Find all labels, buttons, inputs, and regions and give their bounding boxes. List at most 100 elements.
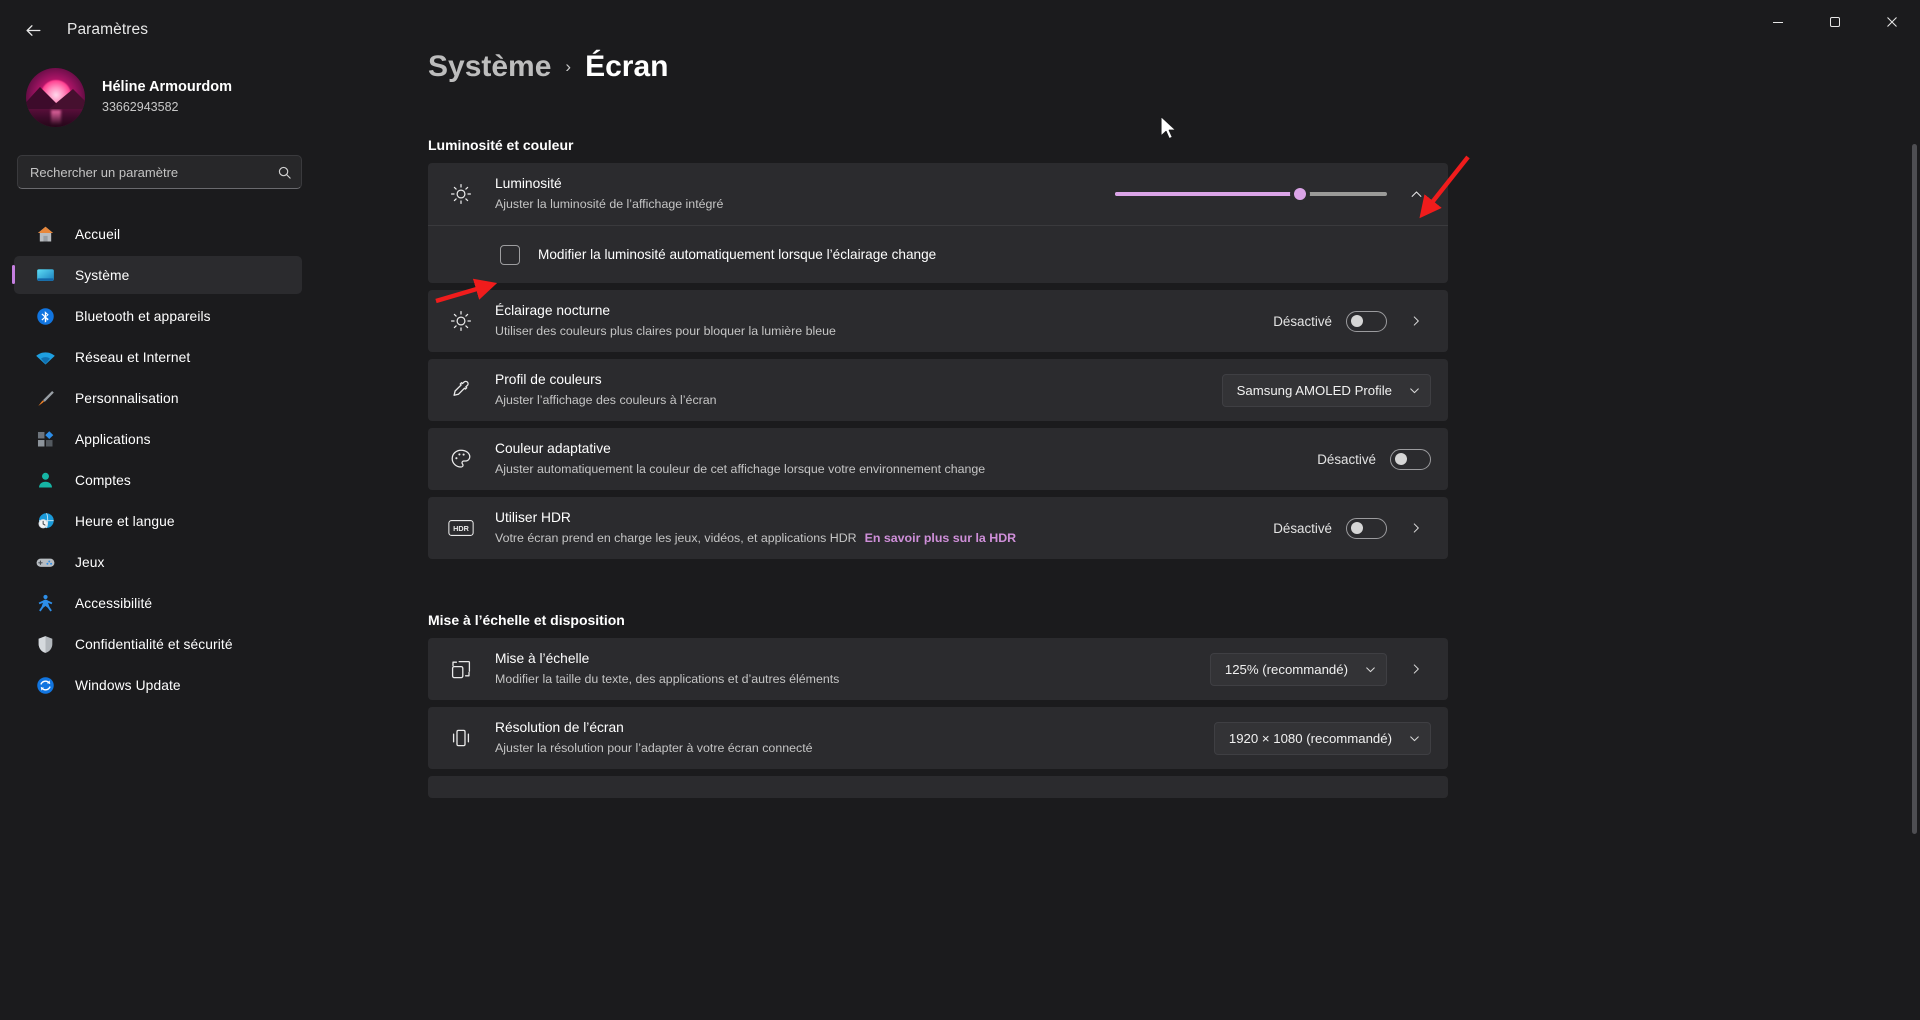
card-auto-brightness: Modifier la luminosité automatiquement l…	[428, 225, 1448, 283]
card-adaptive-color: Couleur adaptative Ajuster automatiqueme…	[428, 428, 1448, 490]
profile-card[interactable]: Héline Armourdom 33662943582	[18, 62, 358, 133]
row-scale[interactable]: Mise à l’échelle Modifier la taille du t…	[428, 638, 1448, 700]
row-controls: 1920 × 1080 (recommandé)	[1213, 721, 1431, 755]
row-controls: Désactivé	[1273, 513, 1431, 543]
palette-icon	[447, 445, 475, 473]
row-controls: Désactivé	[1317, 448, 1431, 470]
arrow-left-icon	[26, 24, 40, 36]
scale-value: 125% (recommandé)	[1224, 661, 1348, 677]
sidebar-item-bluetooth[interactable]: Bluetooth et appareils	[14, 297, 302, 335]
close-icon	[1886, 17, 1897, 27]
row-controls: Désactivé	[1273, 306, 1431, 336]
close-button[interactable]	[1863, 0, 1920, 44]
paintbrush-icon	[34, 387, 56, 409]
expand-brightness-button[interactable]	[1401, 179, 1431, 209]
hdr-subtitle-text: Votre écran prend en charge les jeux, vi…	[495, 530, 857, 545]
row-color-profile[interactable]: Profil de couleurs Ajuster l’affichage d…	[428, 359, 1448, 421]
bluetooth-icon	[34, 305, 56, 327]
main-scrollbar[interactable]	[1912, 144, 1917, 834]
hdr-details-button[interactable]	[1401, 513, 1431, 543]
hdr-learn-more-link[interactable]: En savoir plus sur la HDR	[865, 531, 1016, 545]
row-text: Utiliser HDR Votre écran prend en charge…	[495, 508, 1273, 548]
search-button[interactable]	[272, 160, 296, 184]
row-text: Couleur adaptative Ajuster automatiqueme…	[495, 439, 1317, 479]
row-subtitle: Ajuster la résolution pour l’adapter à v…	[495, 740, 813, 755]
card-brightness: Luminosité Ajuster la luminosité de l’af…	[428, 163, 1448, 225]
breadcrumb: Système › Écran	[428, 50, 1920, 84]
accessibility-icon	[34, 592, 56, 614]
chevron-right-icon	[1413, 523, 1419, 533]
row-text: Profil de couleurs Ajuster l’affichage d…	[495, 370, 1222, 410]
card-color-profile: Profil de couleurs Ajuster l’affichage d…	[428, 359, 1448, 421]
row-night-light[interactable]: Éclairage nocturne Utiliser des couleurs…	[428, 290, 1448, 352]
chevron-right-icon	[1413, 664, 1419, 674]
sidebar-item-personnalisation[interactable]: Personnalisation	[14, 379, 302, 417]
main-content: Système › Écran Luminosité et couleur Lu…	[408, 44, 1920, 1020]
sidebar-item-accueil[interactable]: Accueil	[14, 215, 302, 253]
auto-brightness-checkbox[interactable]	[500, 244, 520, 265]
scale-dropdown[interactable]: 125% (recommandé)	[1209, 652, 1387, 686]
card-use-hdr: HDR Utiliser HDR Votre écran prend en ch…	[428, 497, 1448, 559]
scale-details-button[interactable]	[1401, 654, 1431, 684]
search-input[interactable]	[17, 155, 302, 189]
brightness-icon	[447, 180, 475, 208]
color-profile-value: Samsung AMOLED Profile	[1236, 382, 1392, 398]
sidebar-item-confidentialite[interactable]: Confidentialité et sécurité	[14, 625, 302, 663]
adaptive-color-toggle[interactable]	[1390, 448, 1431, 470]
night-light-toggle[interactable]	[1346, 310, 1387, 332]
row-resolution[interactable]: Résolution de l’écran Ajuster la résolut…	[428, 707, 1448, 769]
section-title-scale-layout: Mise à l’échelle et disposition	[428, 612, 625, 628]
sidebar-item-jeux[interactable]: Jeux	[14, 543, 302, 581]
avatar-mountain-right	[49, 89, 85, 110]
row-adaptive-color[interactable]: Couleur adaptative Ajuster automatiqueme…	[428, 428, 1448, 490]
sidebar-item-label: Applications	[75, 431, 151, 447]
search-icon	[278, 166, 291, 179]
search-box	[17, 155, 302, 189]
row-auto-brightness[interactable]: Modifier la luminosité automatiquement l…	[428, 226, 1448, 283]
hdr-toggle[interactable]	[1346, 517, 1387, 539]
sidebar-item-label: Windows Update	[75, 677, 181, 693]
clock-globe-icon	[34, 510, 56, 532]
sidebar-item-heure-langue[interactable]: Heure et langue	[14, 502, 302, 540]
row-title: Utiliser HDR	[495, 510, 571, 526]
row-subtitle: Ajuster l’affichage des couleurs à l’écr…	[495, 392, 717, 407]
slider-thumb[interactable]	[1289, 184, 1310, 204]
profile-name: Héline Armourdom	[102, 79, 232, 96]
resolution-icon	[447, 724, 475, 752]
sidebar-item-comptes[interactable]: Comptes	[14, 461, 302, 499]
row-subtitle: Votre écran prend en charge les jeux, vi…	[495, 529, 1273, 548]
night-light-details-button[interactable]	[1401, 306, 1431, 336]
brightness-slider[interactable]	[1115, 184, 1387, 204]
sidebar-item-reseau[interactable]: Réseau et Internet	[14, 338, 302, 376]
sidebar-nav: Accueil Système Bluetooth et appareils R…	[0, 215, 408, 704]
card-night-light: Éclairage nocturne Utiliser des couleurs…	[428, 290, 1448, 352]
row-brightness[interactable]: Luminosité Ajuster la luminosité de l’af…	[428, 163, 1448, 225]
row-use-hdr[interactable]: HDR Utiliser HDR Votre écran prend en ch…	[428, 497, 1448, 559]
resolution-dropdown[interactable]: 1920 × 1080 (recommandé)	[1213, 721, 1431, 755]
row-text: Éclairage nocturne Utiliser des couleurs…	[495, 301, 1273, 341]
update-icon	[34, 674, 56, 696]
maximize-button[interactable]	[1806, 0, 1863, 44]
row-subtitle: Modifier la taille du texte, des applica…	[495, 671, 840, 686]
window-title: Paramètres	[67, 21, 149, 38]
row-title: Éclairage nocturne	[495, 303, 611, 319]
sidebar-item-label: Accessibilité	[75, 595, 153, 611]
avatar	[26, 68, 85, 127]
sidebar-item-applications[interactable]: Applications	[14, 420, 302, 458]
avatar-reflection	[50, 109, 61, 125]
breadcrumb-parent[interactable]: Système	[428, 50, 551, 84]
account-icon	[34, 469, 56, 491]
color-profile-dropdown[interactable]: Samsung AMOLED Profile	[1221, 373, 1431, 407]
sidebar-item-systeme[interactable]: Système	[12, 256, 302, 294]
sidebar-item-label: Confidentialité et sécurité	[75, 636, 233, 652]
section-title-brightness-color: Luminosité et couleur	[428, 137, 574, 153]
sidebar-item-windows-update[interactable]: Windows Update	[14, 666, 302, 704]
profile-text: Héline Armourdom 33662943582	[102, 78, 232, 116]
row-title: Luminosité	[495, 176, 562, 192]
wifi-icon	[34, 346, 56, 368]
minimize-button[interactable]	[1749, 0, 1806, 44]
card-group-scale-layout: Mise à l’échelle Modifier la taille du t…	[428, 638, 1448, 798]
sidebar-item-label: Réseau et Internet	[75, 349, 191, 365]
night-light-icon	[447, 307, 475, 335]
sidebar-item-accessibilite[interactable]: Accessibilité	[14, 584, 302, 622]
